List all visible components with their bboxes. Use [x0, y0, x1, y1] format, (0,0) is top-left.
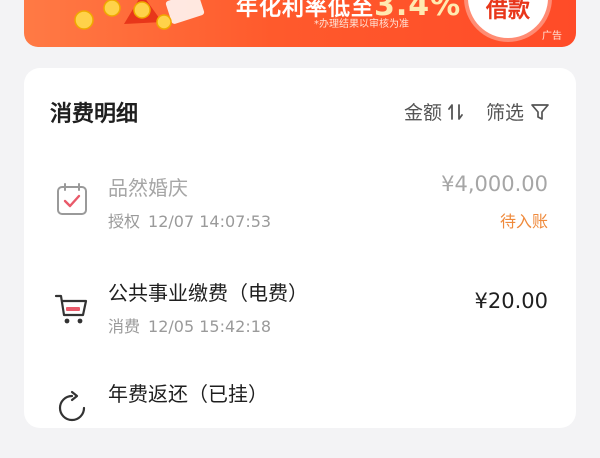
merchant-name: 品然婚庆: [108, 176, 188, 200]
filter-label: 筛选: [485, 102, 524, 124]
promo-disclaimer: *办理结果以审核为准: [314, 19, 409, 30]
refund-icon: [58, 390, 86, 422]
transaction-details-card: 消费明细 金额 筛选 品然婚庆 授权 12/07 14:07:53 ¥4,000…: [24, 68, 576, 428]
sort-label: 金额: [403, 102, 442, 124]
merchant-name: 年费返还（已挂）: [108, 382, 268, 406]
transaction-type: 消费: [108, 317, 141, 336]
details-title: 消费明细: [50, 102, 139, 127]
transaction-row[interactable]: 公共事业缴费（电费） 消费 12/05 15:42:18 ¥20.00: [24, 263, 576, 353]
borrow-button[interactable]: 借款: [468, 0, 548, 38]
filter-button[interactable]: 筛选: [486, 98, 550, 125]
shopping-cart-icon: [54, 294, 88, 324]
merchant-name: 公共事业缴费（电费）: [108, 281, 308, 305]
ad-label: 广告: [542, 31, 562, 42]
sort-icon: [448, 103, 463, 120]
authorization-check-icon: [57, 183, 87, 215]
transaction-amount: ¥4,000.00: [441, 172, 548, 196]
transaction-type: 授权: [108, 212, 141, 231]
transaction-meta: 授权 12/07 14:07:53: [108, 208, 271, 232]
transaction-datetime: 12/05 15:42:18: [148, 317, 272, 336]
sort-by-amount-button[interactable]: 金额: [404, 98, 464, 125]
transaction-meta: 消费 12/05 15:42:18: [108, 313, 271, 337]
transaction-datetime: 12/07 14:07:53: [148, 212, 272, 231]
filter-icon: [531, 103, 549, 120]
pending-status: 待入账: [499, 212, 548, 231]
transaction-row[interactable]: 年费返还（已挂）: [24, 368, 576, 458]
details-actions: 金额 筛选: [404, 98, 550, 125]
transaction-amount: ¥20.00: [474, 289, 548, 313]
coins-illustration: [74, 0, 205, 30]
transaction-row[interactable]: 品然婚庆 授权 12/07 14:07:53 ¥4,000.00 待入账: [24, 158, 576, 248]
loan-promo-banner[interactable]: 年化利率低至3.4% *办理结果以审核为准 借款 广告: [24, 0, 576, 47]
